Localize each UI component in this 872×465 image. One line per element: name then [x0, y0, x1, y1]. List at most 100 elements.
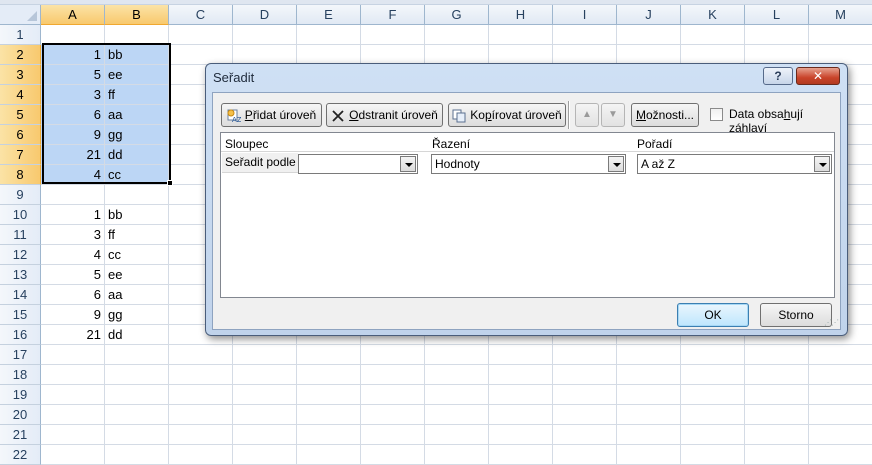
- cell-m21[interactable]: [809, 425, 872, 445]
- cell-d19[interactable]: [233, 385, 297, 405]
- cell-f2[interactable]: [361, 45, 425, 65]
- cell-k2[interactable]: [681, 45, 745, 65]
- row-header[interactable]: 14: [0, 285, 41, 305]
- cell-i2[interactable]: [553, 45, 617, 65]
- cell-m22[interactable]: [809, 445, 872, 465]
- cell-k19[interactable]: [681, 385, 745, 405]
- cell-c1[interactable]: [169, 25, 233, 45]
- cancel-button[interactable]: Storno: [760, 303, 832, 327]
- row-header[interactable]: 21: [0, 425, 41, 445]
- cell-e18[interactable]: [297, 365, 361, 385]
- cell-b21[interactable]: [105, 425, 169, 445]
- cell-c22[interactable]: [169, 445, 233, 465]
- cell-f19[interactable]: [361, 385, 425, 405]
- cell-l1[interactable]: [745, 25, 809, 45]
- cell-j17[interactable]: [617, 345, 681, 365]
- cell-c20[interactable]: [169, 405, 233, 425]
- cell-b13[interactable]: ee: [105, 265, 169, 285]
- cell-e20[interactable]: [297, 405, 361, 425]
- row-header[interactable]: 7: [0, 145, 41, 165]
- cell-a2[interactable]: 1: [41, 45, 105, 65]
- cell-b9[interactable]: [105, 185, 169, 205]
- has-headers-checkbox[interactable]: [710, 108, 723, 121]
- column-combo[interactable]: [298, 154, 418, 174]
- chevron-down-icon[interactable]: [608, 156, 624, 172]
- cell-b15[interactable]: gg: [105, 305, 169, 325]
- cell-b7[interactable]: dd: [105, 145, 169, 165]
- row-header[interactable]: 5: [0, 105, 41, 125]
- cell-a3[interactable]: 5: [41, 65, 105, 85]
- cell-j20[interactable]: [617, 405, 681, 425]
- cell-b16[interactable]: dd: [105, 325, 169, 345]
- column-header-e[interactable]: E: [297, 5, 361, 25]
- cell-b17[interactable]: [105, 345, 169, 365]
- cell-a18[interactable]: [41, 365, 105, 385]
- add-level-button[interactable]: AZ Přidat úroveň: [221, 103, 322, 127]
- cell-l18[interactable]: [745, 365, 809, 385]
- cell-b14[interactable]: aa: [105, 285, 169, 305]
- cell-h1[interactable]: [489, 25, 553, 45]
- cell-i21[interactable]: [553, 425, 617, 445]
- cell-b1[interactable]: [105, 25, 169, 45]
- cell-b20[interactable]: [105, 405, 169, 425]
- close-button[interactable]: ✕: [796, 67, 840, 85]
- column-header-b[interactable]: B: [105, 5, 169, 25]
- cell-e22[interactable]: [297, 445, 361, 465]
- cell-k18[interactable]: [681, 365, 745, 385]
- help-button[interactable]: ?: [763, 67, 793, 85]
- cell-e1[interactable]: [297, 25, 361, 45]
- cell-d18[interactable]: [233, 365, 297, 385]
- row-header[interactable]: 12: [0, 245, 41, 265]
- cell-i20[interactable]: [553, 405, 617, 425]
- cell-b3[interactable]: ee: [105, 65, 169, 85]
- row-header[interactable]: 10: [0, 205, 41, 225]
- cell-d17[interactable]: [233, 345, 297, 365]
- delete-level-button[interactable]: Odstranit úroveň: [326, 103, 443, 127]
- cell-j21[interactable]: [617, 425, 681, 445]
- cell-a4[interactable]: 3: [41, 85, 105, 105]
- cell-d2[interactable]: [233, 45, 297, 65]
- cell-g22[interactable]: [425, 445, 489, 465]
- cell-k21[interactable]: [681, 425, 745, 445]
- column-header-g[interactable]: G: [425, 5, 489, 25]
- column-header-a[interactable]: A: [41, 5, 105, 25]
- row-header[interactable]: 11: [0, 225, 41, 245]
- chevron-down-icon[interactable]: [814, 156, 830, 172]
- cell-a16[interactable]: 21: [41, 325, 105, 345]
- resize-grip-icon[interactable]: ⋰⋰: [824, 318, 839, 327]
- cell-f21[interactable]: [361, 425, 425, 445]
- column-header-f[interactable]: F: [361, 5, 425, 25]
- cell-j22[interactable]: [617, 445, 681, 465]
- cell-k17[interactable]: [681, 345, 745, 365]
- cell-g17[interactable]: [425, 345, 489, 365]
- cell-m2[interactable]: [809, 45, 872, 65]
- row-header[interactable]: 15: [0, 305, 41, 325]
- row-header[interactable]: 19: [0, 385, 41, 405]
- row-header[interactable]: 13: [0, 265, 41, 285]
- cell-m17[interactable]: [809, 345, 872, 365]
- cell-j2[interactable]: [617, 45, 681, 65]
- cell-b6[interactable]: gg: [105, 125, 169, 145]
- column-header-l[interactable]: L: [745, 5, 809, 25]
- cell-a13[interactable]: 5: [41, 265, 105, 285]
- cell-b18[interactable]: [105, 365, 169, 385]
- row-header[interactable]: 1: [0, 25, 41, 45]
- cell-f17[interactable]: [361, 345, 425, 365]
- column-header-d[interactable]: D: [233, 5, 297, 25]
- cell-d1[interactable]: [233, 25, 297, 45]
- cell-f20[interactable]: [361, 405, 425, 425]
- cell-f22[interactable]: [361, 445, 425, 465]
- cell-l20[interactable]: [745, 405, 809, 425]
- select-all-corner[interactable]: [0, 5, 41, 25]
- cell-g21[interactable]: [425, 425, 489, 445]
- cell-b22[interactable]: [105, 445, 169, 465]
- row-header[interactable]: 22: [0, 445, 41, 465]
- cell-a6[interactable]: 9: [41, 125, 105, 145]
- cell-g2[interactable]: [425, 45, 489, 65]
- cell-h21[interactable]: [489, 425, 553, 445]
- cell-h18[interactable]: [489, 365, 553, 385]
- cell-i1[interactable]: [553, 25, 617, 45]
- row-header[interactable]: 4: [0, 85, 41, 105]
- cell-m18[interactable]: [809, 365, 872, 385]
- cell-m19[interactable]: [809, 385, 872, 405]
